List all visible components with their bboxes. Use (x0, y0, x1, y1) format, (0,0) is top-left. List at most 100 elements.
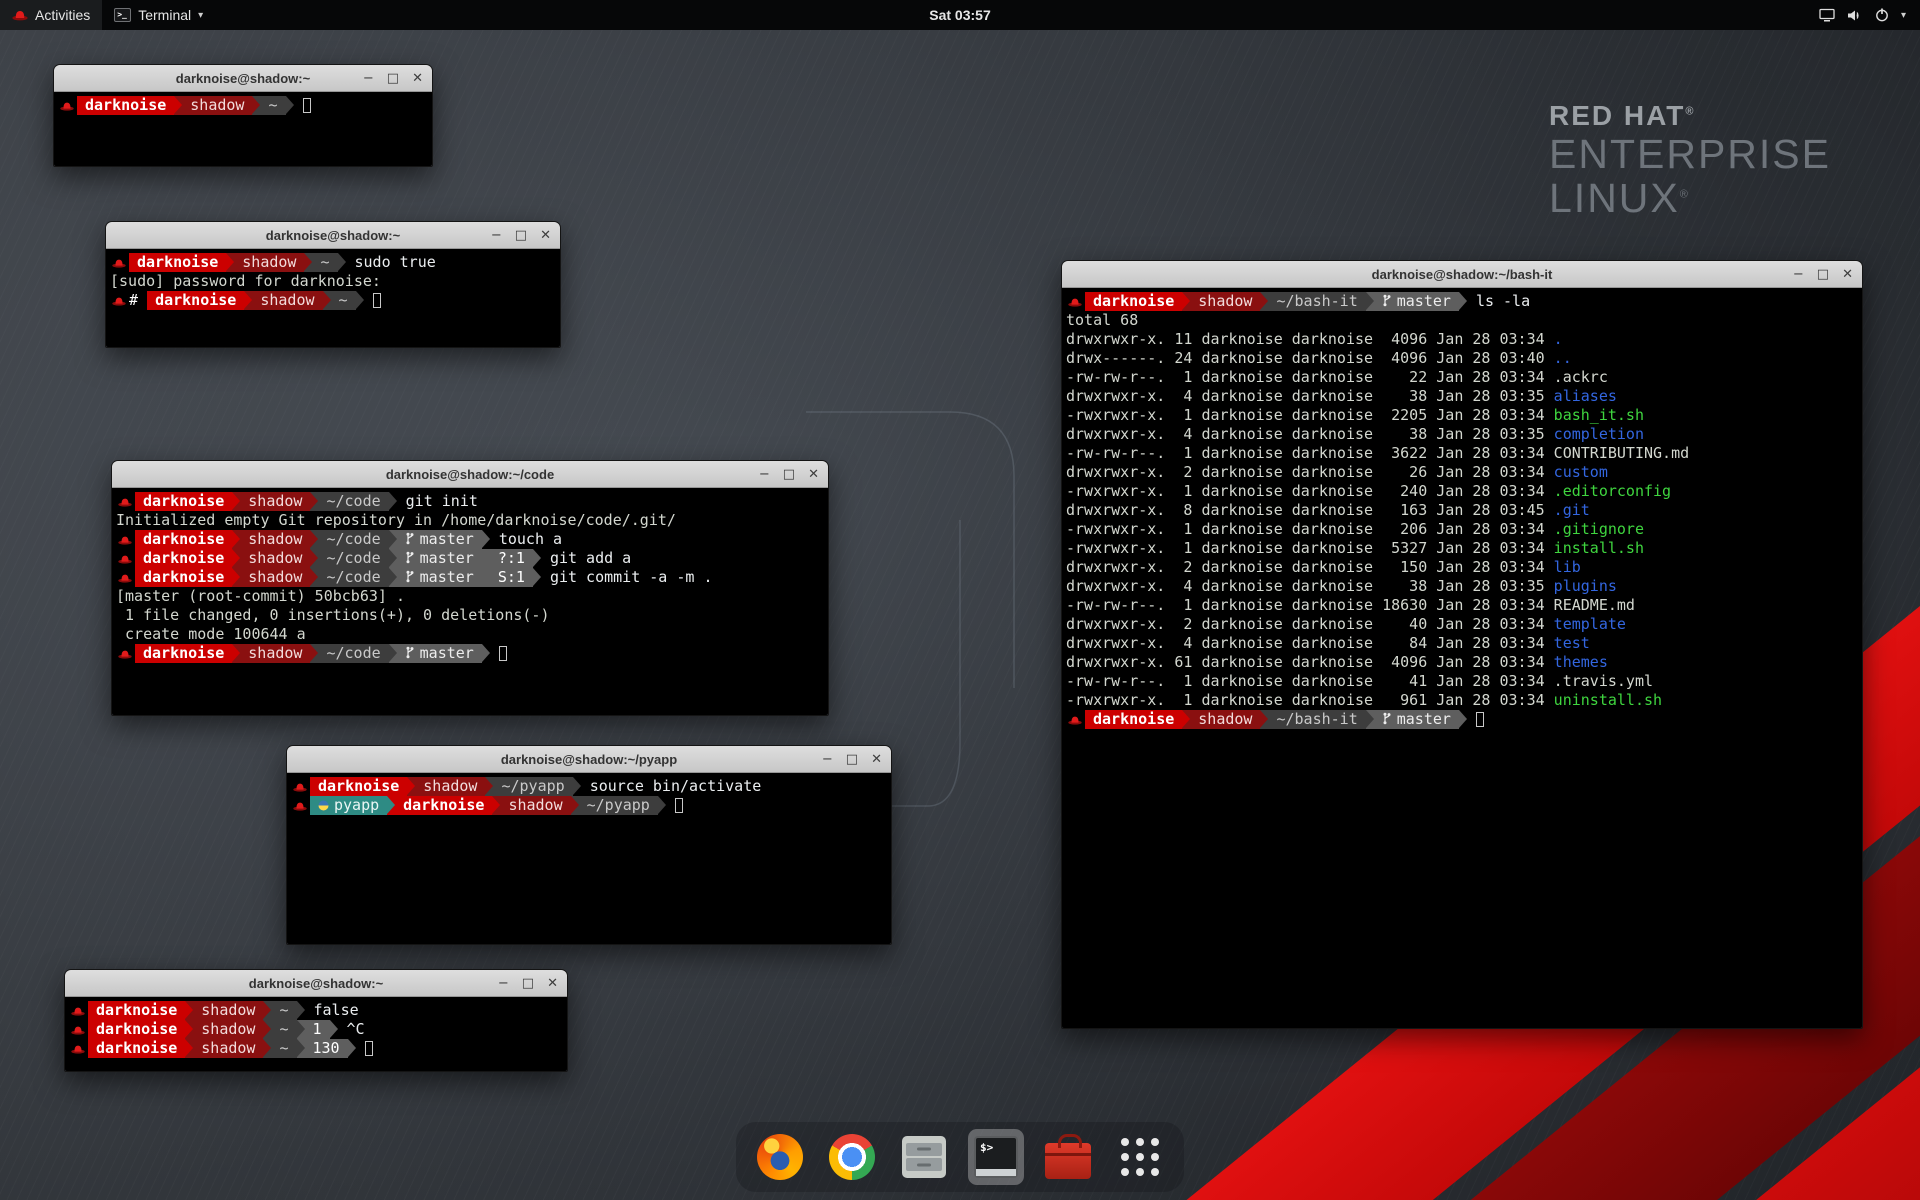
powerline-arrow (1260, 292, 1268, 311)
powerline-arrow (244, 291, 252, 310)
close-button[interactable]: ✕ (808, 461, 819, 488)
file-name: .gitignore (1554, 520, 1644, 538)
window-titlebar[interactable]: darknoise@shadow:~/bash-it − □ ✕ (1062, 261, 1862, 288)
file-details: -rwxrwxr-x. 1 darknoise darknoise 206 Ja… (1066, 520, 1554, 538)
terminal-line: drwxrwxr-x. 4 darknoise darknoise 84 Jan… (1066, 634, 1858, 653)
window-titlebar[interactable]: darknoise@shadow:~ − □ ✕ (65, 970, 567, 997)
clock[interactable]: Sat 03:57 (929, 7, 990, 23)
top-bar: Activities >_ Terminal ▾ Sat 03:57 ▾ (0, 0, 1920, 30)
command-text: source bin/activate (590, 777, 762, 795)
window-titlebar[interactable]: darknoise@shadow:~ − □ ✕ (106, 222, 560, 249)
output-text: create mode 100644 a (116, 625, 306, 643)
prompt-segment-status: 1 (305, 1020, 330, 1039)
prompt-segment-path: ~/code (318, 530, 388, 549)
minimize-button[interactable]: − (1793, 261, 1804, 288)
window-titlebar[interactable]: darknoise@shadow:~/pyapp − □ ✕ (287, 746, 891, 773)
file-name: README.md (1554, 596, 1635, 614)
powerline-arrow (1366, 710, 1374, 729)
system-status-area[interactable]: ▾ (1805, 0, 1920, 30)
file-details: drwxrwxr-x. 4 darknoise darknoise 38 Jan… (1066, 425, 1554, 443)
terminal-body[interactable]: darknoiseshadow~ (54, 92, 432, 166)
prompt-segment-host: shadow (500, 796, 570, 815)
prompt-segment-host: shadow (193, 1001, 263, 1020)
prompt-segment-path: ~ (271, 1020, 296, 1039)
powerline-arrow (252, 96, 260, 115)
powerline-arrow (1366, 292, 1374, 311)
dock-item-chrome[interactable] (824, 1129, 880, 1185)
red-hat-prompt-icon (116, 549, 135, 568)
terminal-body[interactable]: darknoiseshadow~falsedarknoiseshadow~1^C… (65, 997, 567, 1071)
powerline-arrow (356, 291, 364, 310)
file-name: template (1554, 615, 1626, 633)
dock-item-files[interactable] (896, 1129, 952, 1185)
terminal-line: drwxrwxr-x. 4 darknoise darknoise 38 Jan… (1066, 425, 1858, 444)
output-text: [sudo] password for darknoise: (110, 272, 381, 290)
prompt-segment-path: ~ (271, 1001, 296, 1020)
file-details: drwxrwxr-x. 4 darknoise darknoise 84 Jan… (1066, 634, 1554, 652)
close-button[interactable]: ✕ (412, 65, 423, 92)
close-button[interactable]: ✕ (540, 222, 551, 249)
terminal-line: -rw-rw-r--. 1 darknoise darknoise 3622 J… (1066, 444, 1858, 463)
activities-button[interactable]: Activities (0, 0, 102, 30)
maximize-button[interactable]: □ (515, 222, 527, 249)
maximize-button[interactable]: □ (522, 970, 534, 997)
prompt-segment-user: darknoise (147, 291, 244, 310)
file-name: bash_it.sh (1554, 406, 1644, 424)
powerline-arrow (263, 1020, 271, 1039)
powerline-arrow (310, 492, 318, 511)
terminal-line: drwxrwxr-x. 8 darknoise darknoise 163 Ja… (1066, 501, 1858, 520)
powerline-arrow (482, 549, 490, 568)
powerline-arrow (482, 568, 490, 587)
root-indicator: # (129, 291, 147, 309)
prompt-segment-branch: master (397, 568, 482, 587)
show-apps-icon (1121, 1138, 1159, 1176)
prompt-segment-host: shadow (252, 291, 322, 310)
maximize-button[interactable]: □ (846, 746, 858, 773)
dock-item-toolbox[interactable] (1040, 1129, 1096, 1185)
file-details: -rw-rw-r--. 1 darknoise darknoise 41 Jan… (1066, 672, 1554, 690)
close-button[interactable]: ✕ (871, 746, 882, 773)
terminal-body[interactable]: darknoiseshadow~/bash-itmasterls -latota… (1062, 288, 1862, 1028)
terminal-body[interactable]: darknoiseshadow~/codegit initInitialized… (112, 488, 828, 715)
app-menu-button[interactable]: >_ Terminal ▾ (102, 0, 215, 30)
powerline-arrow (185, 1039, 193, 1058)
powerline-arrow (226, 253, 234, 272)
dock-item-show-apps[interactable] (1112, 1129, 1168, 1185)
window-titlebar[interactable]: darknoise@shadow:~ − □ ✕ (54, 65, 432, 92)
file-details: drwxrwxr-x. 61 darknoise darknoise 4096 … (1066, 653, 1554, 671)
powerline-arrow (387, 796, 395, 815)
terminal-line: drwxrwxr-x. 2 darknoise darknoise 150 Ja… (1066, 558, 1858, 577)
chevron-down-icon: ▾ (198, 10, 203, 21)
terminal-line: darknoiseshadow~1^C (69, 1020, 563, 1039)
prompt-segment-path: ~/bash-it (1268, 710, 1365, 729)
terminal-line: darknoiseshadow~/codemaster?:1git add a (116, 549, 824, 568)
terminal-line: darknoiseshadow~sudo true (110, 253, 556, 272)
close-button[interactable]: ✕ (1842, 261, 1853, 288)
maximize-button[interactable]: □ (783, 461, 795, 488)
dock-item-terminal[interactable] (968, 1129, 1024, 1185)
minimize-button[interactable]: − (822, 746, 833, 773)
minimize-button[interactable]: − (759, 461, 770, 488)
terminal-body[interactable]: darknoiseshadow~sudo true[sudo] password… (106, 249, 560, 347)
close-button[interactable]: ✕ (547, 970, 558, 997)
prompt-segment-user: darknoise (88, 1039, 185, 1058)
powerline-arrow (310, 530, 318, 549)
minimize-button[interactable]: − (491, 222, 502, 249)
prompt-segment-user: darknoise (310, 777, 407, 796)
terminal-body[interactable]: darknoiseshadow~/pyappsource bin/activat… (287, 773, 891, 944)
window-title: darknoise@shadow:~/pyapp (287, 746, 891, 773)
maximize-button[interactable]: □ (1817, 261, 1829, 288)
dock-item-firefox[interactable] (752, 1129, 808, 1185)
minimize-button[interactable]: − (498, 970, 509, 997)
red-hat-prompt-icon (58, 96, 77, 115)
terminal-line: drwxrwxr-x. 11 darknoise darknoise 4096 … (1066, 330, 1858, 349)
powerline-arrow (389, 549, 397, 568)
window-titlebar[interactable]: darknoise@shadow:~/code − □ ✕ (112, 461, 828, 488)
minimize-button[interactable]: − (363, 65, 374, 92)
file-name: .. (1554, 349, 1572, 367)
file-details: drwxrwxr-x. 4 darknoise darknoise 38 Jan… (1066, 387, 1554, 405)
terminal-cursor (675, 798, 683, 813)
command-text: ^C (347, 1020, 365, 1038)
terminal-line: -rwxrwxr-x. 1 darknoise darknoise 206 Ja… (1066, 520, 1858, 539)
maximize-button[interactable]: □ (387, 65, 399, 92)
